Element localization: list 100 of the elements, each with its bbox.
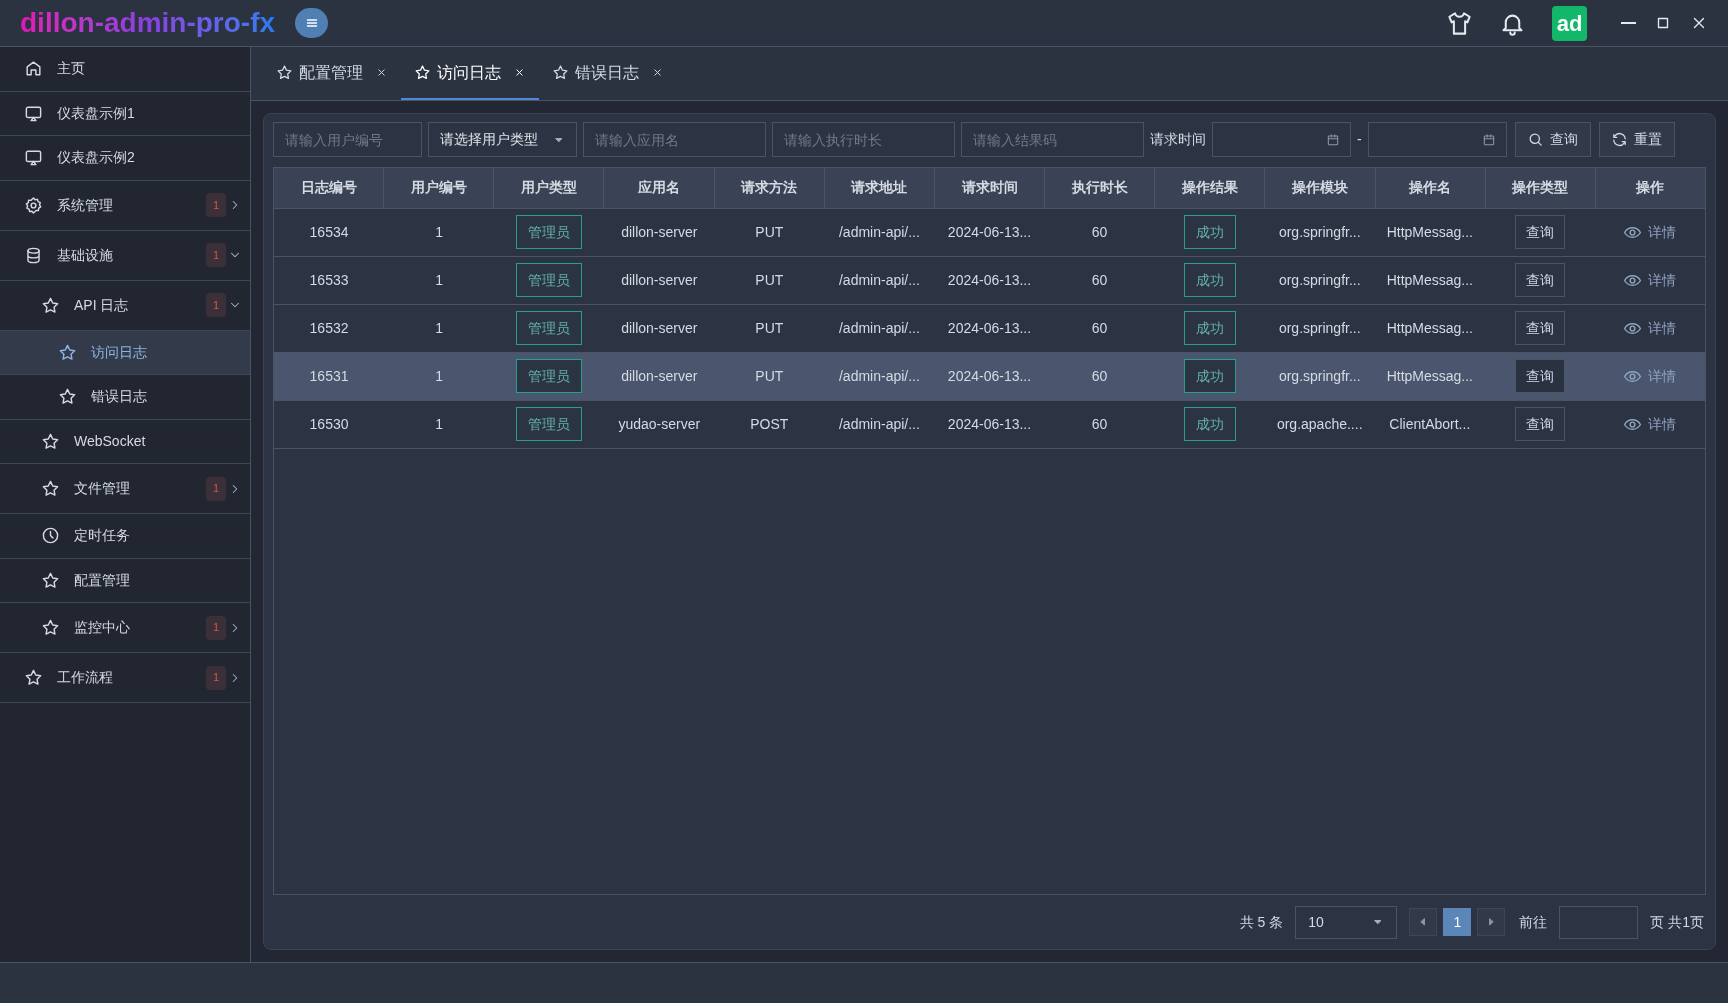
- sidebar-item[interactable]: 基础设施 1: [0, 230, 250, 281]
- table-row[interactable]: 16534 1 管理员 dillon-server PUT /admin-api/... 2024-06-13... 60 成功 org.springfr... HttpMessag... 查询 详情: [274, 208, 1705, 257]
- column-header[interactable]: 操作名: [1375, 167, 1486, 208]
- table-cell-text: PUT: [755, 366, 784, 386]
- date-field[interactable]: [1212, 122, 1351, 158]
- star-icon: [41, 479, 60, 498]
- reset-button[interactable]: 重置: [1598, 122, 1675, 158]
- detail-link[interactable]: 详情: [1623, 269, 1677, 291]
- detail-link[interactable]: 详情: [1623, 317, 1677, 339]
- column-header[interactable]: 请求时间: [934, 167, 1046, 208]
- range-separator: -: [1357, 130, 1362, 150]
- table-cell-text: ClientAbort...: [1389, 414, 1471, 434]
- sidebar-item[interactable]: 工作流程 1: [0, 653, 250, 703]
- input-field[interactable]: 请输入执行时长: [772, 122, 955, 158]
- star-icon: [552, 64, 569, 81]
- table-cell-text: dillon-server: [621, 222, 698, 242]
- sidebar-label: 文件管理: [74, 479, 131, 498]
- table-row[interactable]: 16531 1 管理员 dillon-server PUT /admin-api/... 2024-06-13... 60 成功 org.springfr... HttpMessag... 查询 详情: [274, 352, 1705, 401]
- operation-type-tag: 查询: [1514, 263, 1565, 298]
- date-field[interactable]: [1367, 122, 1507, 158]
- sidebar-item[interactable]: 主页: [0, 47, 250, 92]
- column-header[interactable]: 操作结果: [1155, 167, 1266, 208]
- sidebar-label: 配置管理: [74, 570, 131, 590]
- column-header[interactable]: 请求方法: [714, 167, 825, 208]
- table-cell-text: 2024-06-13...: [947, 318, 1032, 338]
- detail-link[interactable]: 详情: [1623, 221, 1677, 243]
- sidebar-item[interactable]: API 日志 1: [0, 280, 250, 331]
- table-cell-text: PUT: [755, 318, 784, 338]
- column-header[interactable]: 操作: [1595, 167, 1706, 208]
- page-count: 页 共1页: [1650, 912, 1704, 932]
- table-cell-text: 2024-06-13...: [947, 414, 1032, 434]
- settings-icon: [24, 195, 43, 215]
- result-tag: 成功: [1183, 359, 1236, 394]
- tab[interactable]: 访问日志: [401, 47, 539, 100]
- next-page-button[interactable]: [1477, 908, 1506, 937]
- detail-link[interactable]: 详情: [1623, 413, 1677, 435]
- tab-close-button[interactable]: [513, 66, 526, 79]
- table-cell-text: HttpMessag...: [1386, 270, 1473, 290]
- close-icon: [513, 66, 526, 79]
- column-header[interactable]: 执行时长: [1045, 167, 1156, 208]
- user-type-tag: 管理员: [516, 215, 583, 250]
- sidebar-label: 仪表盘示例2: [57, 148, 136, 168]
- sidebar-label: 工作流程: [57, 668, 114, 687]
- tab[interactable]: 配置管理: [263, 47, 401, 100]
- table-cell-text: 60: [1091, 414, 1108, 434]
- tab-close-button[interactable]: [375, 66, 388, 79]
- table-row[interactable]: 16533 1 管理员 dillon-server PUT /admin-api/... 2024-06-13... 60 成功 org.springfr... HttpMessag... 查询 详情: [274, 256, 1705, 305]
- tab-label: 配置管理: [299, 62, 363, 83]
- sidebar-label: 系统管理: [57, 195, 114, 215]
- table-row[interactable]: 16532 1 管理员 dillon-server PUT /admin-api/... 2024-06-13... 60 成功 org.springfr... HttpMessag... 查询 详情: [274, 304, 1705, 353]
- search-button[interactable]: 查询: [1514, 122, 1591, 158]
- sidebar-item[interactable]: 定时任务: [0, 514, 250, 559]
- user-type-tag: 管理员: [516, 359, 583, 394]
- sidebar-item[interactable]: 仪表盘示例1: [0, 91, 250, 136]
- result-tag: 成功: [1183, 263, 1236, 298]
- calendar-icon: [1326, 132, 1340, 147]
- column-header[interactable]: 日志编号: [274, 167, 385, 208]
- sidebar-item[interactable]: 错误日志: [0, 375, 250, 420]
- table-cell-text: 60: [1091, 270, 1108, 290]
- table-cell-text: /admin-api/...: [838, 270, 920, 290]
- column-header[interactable]: 应用名: [604, 167, 715, 208]
- table-cell-text: PUT: [755, 270, 784, 290]
- page-button[interactable]: 1: [1443, 908, 1472, 937]
- minimize-icon: [1621, 22, 1636, 24]
- app-logo: dillon-admin-pro-fx: [20, 9, 276, 37]
- sidebar-item[interactable]: WebSocket: [0, 419, 250, 464]
- star-icon: [58, 342, 77, 362]
- sidebar-item[interactable]: 配置管理: [0, 558, 250, 603]
- page-input-field[interactable]: [1559, 905, 1639, 939]
- goto-label: 前往: [1519, 912, 1548, 932]
- input-field[interactable]: 请输入应用名: [583, 122, 766, 158]
- sidebar-label: 监控中心: [74, 618, 131, 637]
- sidebar-item[interactable]: 系统管理 1: [0, 180, 250, 231]
- sidebar-item[interactable]: 监控中心 1: [0, 603, 250, 653]
- column-header[interactable]: 操作模块: [1265, 167, 1376, 208]
- table-cell-text: 1: [435, 414, 443, 434]
- column-header[interactable]: 用户类型: [494, 167, 605, 208]
- user-type-dropdown[interactable]: 请选择用户类型: [428, 122, 577, 158]
- input-field[interactable]: 请输入结果码: [961, 122, 1144, 158]
- previous-page-button[interactable]: [1409, 908, 1438, 937]
- tab[interactable]: 错误日志: [539, 47, 677, 100]
- sidebar-item[interactable]: 访问日志: [0, 330, 250, 375]
- input-field[interactable]: 请输入用户编号: [273, 122, 422, 158]
- page-size-dropdown[interactable]: 10: [1295, 905, 1398, 939]
- table-row[interactable]: 16530 1 管理员 yudao-server POST /admin-api/... 2024-06-13... 60 成功 org.apache.... ClientAbort... 查询 详情: [274, 400, 1705, 449]
- column-header[interactable]: 操作类型: [1485, 167, 1596, 208]
- menu-button[interactable]: [295, 8, 329, 38]
- count-badge: 1: [206, 243, 226, 267]
- tab-label: 错误日志: [575, 62, 639, 83]
- sidebar-item[interactable]: 文件管理 1: [0, 464, 250, 514]
- tab-close-button[interactable]: [651, 66, 664, 79]
- column-header[interactable]: 用户编号: [384, 167, 495, 208]
- monitor-icon: [24, 148, 43, 168]
- theme-button[interactable]: [1446, 9, 1473, 37]
- sidebar-item[interactable]: 仪表盘示例2: [0, 136, 250, 181]
- star-icon: [41, 431, 60, 451]
- table-cell-text: 60: [1091, 366, 1108, 386]
- shirt-icon: [1446, 9, 1473, 37]
- column-header[interactable]: 请求地址: [824, 167, 935, 208]
- table-cell-text: 16531: [309, 366, 349, 386]
